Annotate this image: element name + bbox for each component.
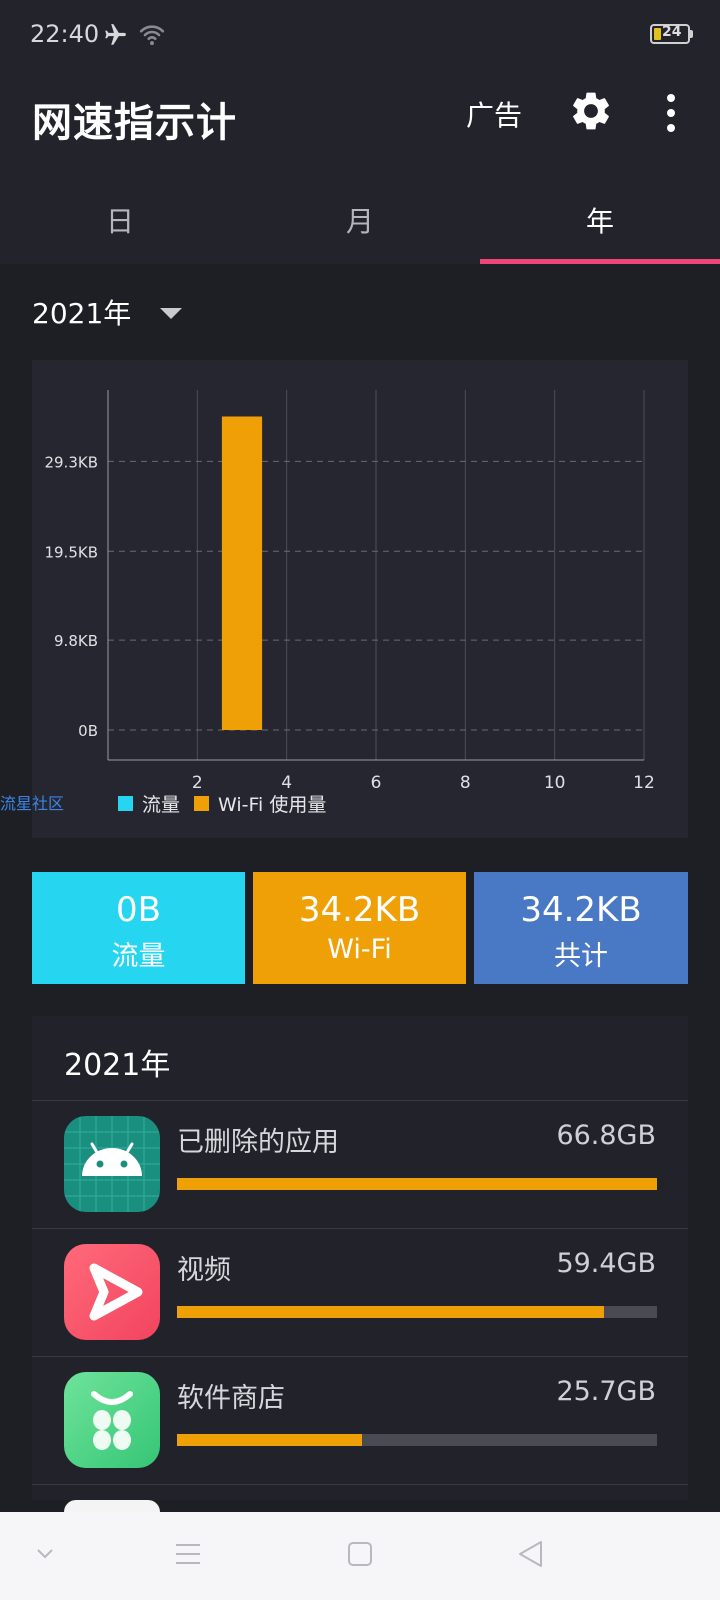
legend-label: Wi-Fi 使用量 bbox=[218, 794, 326, 816]
usage-bar bbox=[177, 1306, 657, 1318]
bar-wifi bbox=[221, 416, 263, 730]
more-options-icon[interactable] bbox=[664, 92, 678, 134]
app-icon-partial bbox=[64, 1500, 160, 1512]
list-year-title: 2021年 bbox=[64, 1048, 171, 1083]
video-play-icon bbox=[64, 1244, 160, 1340]
year-selector[interactable]: 2021年 bbox=[32, 292, 131, 332]
wifi-icon bbox=[139, 25, 165, 46]
legend-label: 流量 bbox=[142, 794, 180, 816]
app-header: 网速指示计 广告 bbox=[0, 70, 720, 180]
airplane-mode-icon bbox=[105, 24, 126, 45]
summary-wifi-label: Wi-Fi bbox=[327, 934, 392, 965]
tab-indicator bbox=[480, 259, 720, 264]
usage-chart: 0B 9.8KB 19.5KB 29.3KB 2 4 6 8 10 12 流量 Wi-Fi 使用量 bbox=[32, 360, 688, 838]
menu-icon[interactable] bbox=[174, 1540, 202, 1568]
app-row-deleted-apps[interactable]: 已删除的应用 66.8GB bbox=[32, 1100, 688, 1228]
summary-total-tile: 34.2KB 共计 bbox=[474, 872, 688, 984]
tab-day[interactable]: 日 bbox=[0, 180, 240, 264]
chevron-down-icon[interactable] bbox=[34, 1542, 56, 1564]
app-name: 视频 bbox=[177, 1255, 231, 1286]
app-store-icon bbox=[64, 1372, 160, 1468]
app-size: 25.7GB bbox=[556, 1376, 656, 1407]
app-name: 软件商店 bbox=[177, 1383, 285, 1414]
app-size: 66.8GB bbox=[556, 1120, 656, 1151]
summary-mobile-label: 流量 bbox=[111, 941, 166, 972]
usage-bar bbox=[177, 1434, 657, 1446]
summary-wifi-value: 34.2KB bbox=[298, 890, 421, 930]
x-tick-label: 2 bbox=[192, 773, 203, 793]
usage-bar-fill bbox=[177, 1178, 657, 1190]
battery-level: 24 bbox=[662, 24, 682, 40]
summary-total-label: 共计 bbox=[554, 941, 608, 972]
usage-bar-fill bbox=[177, 1306, 604, 1318]
ad-button[interactable]: 广告 bbox=[466, 94, 522, 134]
battery-icon: 24 bbox=[650, 24, 690, 44]
gear-icon[interactable] bbox=[568, 88, 614, 134]
home-icon[interactable] bbox=[346, 1540, 374, 1568]
app-row-app-store[interactable]: 软件商店 25.7GB bbox=[32, 1356, 688, 1484]
x-tick-label: 6 bbox=[371, 773, 382, 793]
y-tick-label: 0B bbox=[78, 722, 98, 740]
app-row-video[interactable]: 视频 59.4GB bbox=[32, 1228, 688, 1356]
tab-month[interactable]: 月 bbox=[240, 180, 480, 264]
android-icon bbox=[64, 1116, 160, 1212]
x-tick-label: 4 bbox=[281, 773, 292, 793]
list-divider bbox=[32, 1484, 688, 1485]
x-tick-label: 8 bbox=[460, 773, 471, 793]
summary-mobile-value: 0B bbox=[116, 890, 161, 930]
usage-bar-fill bbox=[177, 1434, 362, 1446]
app-title: 网速指示计 bbox=[32, 100, 237, 146]
summary-total-value: 34.2KB bbox=[520, 890, 642, 930]
usage-chart-svg: 0B 9.8KB 19.5KB 29.3KB 2 4 6 8 10 12 流量 Wi-Fi 使用量 bbox=[44, 390, 655, 816]
legend-swatch bbox=[194, 796, 209, 811]
app-size: 59.4GB bbox=[556, 1248, 656, 1279]
summary-mobile-tile: 0B 流量 bbox=[32, 872, 245, 984]
back-icon[interactable] bbox=[516, 1539, 546, 1569]
y-tick-label: 19.5KB bbox=[44, 543, 98, 561]
watermark-text: 流星社区 bbox=[0, 794, 65, 813]
x-tick-label: 10 bbox=[544, 773, 566, 793]
y-tick-label: 29.3KB bbox=[44, 453, 98, 471]
status-time: 22:40 bbox=[30, 20, 100, 48]
x-tick-label: 12 bbox=[633, 773, 655, 793]
usage-bar bbox=[177, 1178, 657, 1190]
summary-wifi-tile: 34.2KB Wi-Fi bbox=[253, 872, 466, 984]
y-tick-label: 9.8KB bbox=[54, 632, 98, 650]
legend-swatch bbox=[118, 796, 133, 811]
dropdown-arrow-icon[interactable] bbox=[160, 308, 182, 319]
system-nav-bar bbox=[0, 1512, 720, 1600]
app-name: 已删除的应用 bbox=[177, 1127, 339, 1158]
battery-tip bbox=[690, 30, 693, 38]
period-tabs: 日 月 年 bbox=[0, 180, 720, 264]
tab-year[interactable]: 年 bbox=[480, 180, 720, 264]
